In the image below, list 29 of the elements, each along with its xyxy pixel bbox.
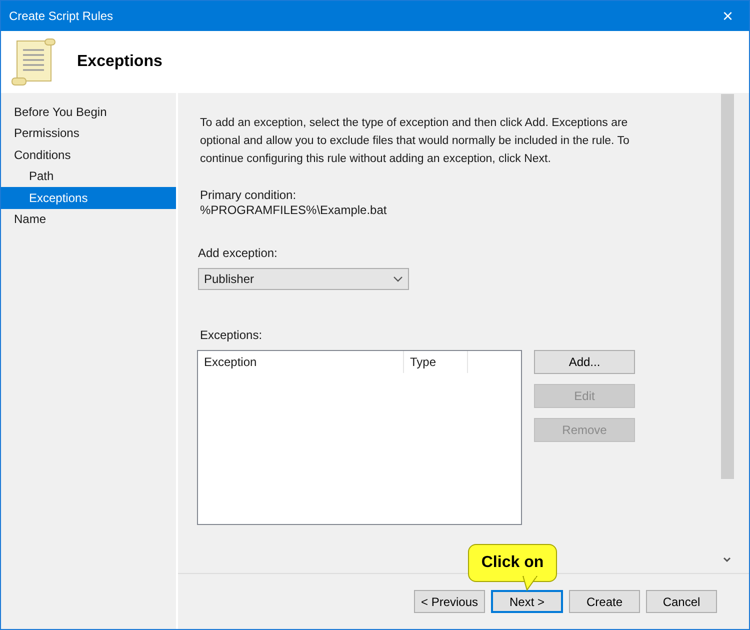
instructions-text: To add an exception, select the type of exception and then click Add. Exceptions are optional and allow you to exclude files that would normally be included in the rule. To continue configuring this rule without adding an exception, click Next.: [200, 116, 630, 167]
wizard-button[interactable]: < Previous: [414, 590, 485, 613]
page-heading: Exceptions: [77, 52, 162, 72]
field-label: Exceptions:: [200, 327, 262, 344]
sidebar-item[interactable]: Path: [1, 166, 176, 187]
action-button[interactable]: Add...: [534, 350, 635, 374]
window-title: Create Script Rules: [9, 8, 114, 25]
wizard-button[interactable]: Create: [569, 590, 640, 613]
exception-dropdown[interactable]: Publisher: [198, 268, 409, 290]
column-header[interactable]: Type: [404, 351, 468, 373]
sidebar-item[interactable]: Conditions: [1, 144, 176, 166]
exceptions-list[interactable]: Exception Type: [197, 350, 522, 525]
sidebar-item[interactable]: Name: [1, 208, 176, 230]
wizard-button[interactable]: Cancel: [646, 590, 717, 613]
sidebar-item[interactable]: Permissions: [1, 122, 176, 144]
scroll-icon: [11, 38, 57, 86]
condition-label: Primary condition:: [200, 188, 296, 203]
field-label: Add exception:: [198, 245, 278, 262]
close-button[interactable]: ×: [718, 7, 737, 25]
chevron-down-icon: [393, 276, 403, 282]
wizard-button[interactable]: Next >: [491, 590, 563, 613]
scroll-thumb[interactable]: [720, 94, 734, 479]
sidebar-item[interactable]: Exceptions: [1, 187, 176, 208]
chevron-down-icon[interactable]: [723, 557, 731, 563]
condition-value: %PROGRAMFILES%\Example.bat: [200, 203, 387, 218]
callout-tooltip: Click on: [468, 544, 557, 582]
column-header[interactable]: Exception: [198, 351, 404, 373]
callout-pointer: [522, 576, 538, 591]
sidebar-item[interactable]: Before You Begin: [1, 101, 176, 122]
